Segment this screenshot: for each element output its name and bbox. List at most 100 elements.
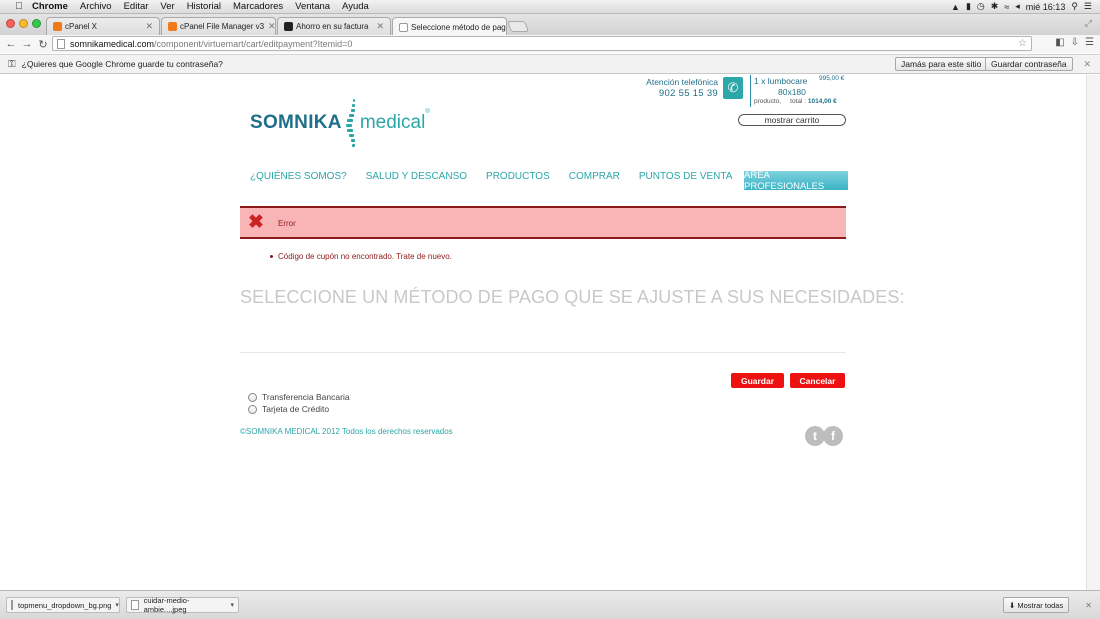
infobar-question: ¿Quieres que Google Chrome guarde tu con…	[21, 59, 223, 69]
wifi-icon[interactable]: ≈	[1004, 2, 1009, 12]
social-links: t f	[805, 426, 843, 446]
logo-text-somnika: SOMNIKA	[250, 111, 342, 133]
show-cart-button[interactable]: mostrar carrito	[738, 114, 846, 126]
nav-quienes-somos[interactable]: ¿QUIÉNES SOMOS?	[250, 171, 347, 182]
tab-title: Ahorro en su factura	[296, 22, 369, 31]
tab-ahorro[interactable]: Ahorro en su factura ✕	[277, 17, 391, 35]
nav-puntos-venta[interactable]: PUNTOS DE VENTA	[639, 171, 733, 182]
error-message: Código de cupón no encontrado. Trate de …	[268, 252, 452, 261]
address-path: /component/virtuemart/cart/editpayment?I…	[154, 38, 353, 49]
save-button[interactable]: Guardar	[731, 373, 784, 388]
cart-summary: 1 x lumbocare 995,00 € 80x180 producto, …	[750, 75, 848, 107]
save-password-button[interactable]: Guardar contraseña	[985, 57, 1073, 71]
back-arrow-icon[interactable]: ←	[3, 38, 19, 50]
divider	[240, 352, 846, 353]
spotlight-icon[interactable]: ⚲	[1071, 1, 1078, 12]
new-tab-button[interactable]	[506, 21, 530, 32]
page-viewport: Atención telefónica 902 55 15 39 ✆ 1 x l…	[0, 75, 1100, 590]
notification-center-icon[interactable]: ☰	[1084, 1, 1092, 12]
nav-comprar[interactable]: COMPRAR	[569, 171, 620, 182]
menu-ver[interactable]: Ver	[154, 1, 180, 12]
page-scrollbar[interactable]	[1086, 75, 1100, 590]
browser-toolbar: ← → ↻ somnikamedical.com/component/virtu…	[0, 35, 1100, 53]
tab-title: Seleccione método de pago	[411, 22, 507, 32]
chevron-down-icon[interactable]: ▾	[115, 601, 119, 609]
download-extension-icon[interactable]: ⇩	[1071, 37, 1079, 48]
nav-productos[interactable]: PRODUCTOS	[486, 171, 550, 182]
nav-area-profesionales[interactable]: ÁREA PROFESIONALES	[744, 170, 848, 192]
payment-option-label: Transferencia Bancaria	[262, 392, 350, 402]
nav-salud-descanso[interactable]: SALUD Y DESCANSO	[366, 171, 467, 182]
drive-icon[interactable]: ▲	[951, 2, 960, 12]
download-filename: cuidar-medio-ambie....jpeg	[143, 596, 190, 614]
radio-button[interactable]	[248, 392, 257, 402]
cart-total-value: 1014,00 €	[807, 98, 837, 105]
site-favicon-icon	[284, 22, 293, 31]
bluetooth-icon[interactable]: ✱	[991, 1, 999, 12]
bookmark-star-icon[interactable]: ☆	[1018, 38, 1027, 49]
cart-total: producto, total : 1014,00 €	[754, 98, 837, 105]
clock[interactable]: mié 16:13	[1026, 2, 1066, 12]
tab-seleccione-metodo[interactable]: Seleccione método de pago ✕	[392, 17, 507, 36]
password-infobar: ⚿ ¿Quieres que Google Chrome guarde tu c…	[0, 54, 1100, 74]
phone-icon: ✆	[723, 77, 743, 99]
menu-editar[interactable]: Editar	[118, 1, 155, 12]
payment-option-tarjeta[interactable]: Tarjeta de Crédito	[248, 404, 329, 414]
tab-title: cPanel File Manager v3	[180, 22, 265, 31]
twitter-icon[interactable]: t	[805, 426, 825, 446]
menu-archivo[interactable]: Archivo	[74, 1, 118, 12]
error-x-icon: ✖	[248, 212, 264, 233]
extension-icon[interactable]: ◧	[1055, 37, 1064, 48]
spine-logo-icon	[345, 98, 355, 147]
menu-ventana[interactable]: Ventana	[289, 1, 336, 12]
payment-option-transferencia[interactable]: Transferencia Bancaria	[248, 392, 350, 402]
phone-label: Atención telefónica	[646, 77, 718, 87]
page-favicon-icon	[399, 22, 408, 32]
menu-app-name[interactable]: Chrome	[26, 1, 74, 12]
tab-cpanel[interactable]: cPanel X ✕	[46, 17, 160, 35]
reload-icon[interactable]: ↻	[35, 38, 51, 51]
tab-strip: cPanel X ✕ cPanel File Manager v3 ✕ Ahor…	[0, 14, 1100, 36]
radio-button[interactable]	[248, 404, 257, 414]
forward-arrow-icon[interactable]: →	[19, 38, 35, 50]
error-banner: ✖ Error	[240, 206, 846, 239]
chevron-down-icon[interactable]: ▾	[230, 601, 234, 609]
downloads-close-icon[interactable]: ✕	[1085, 601, 1092, 610]
infobar-close-icon[interactable]: ✕	[1083, 59, 1091, 70]
apple-icon[interactable]: 	[12, 1, 26, 12]
file-icon	[131, 600, 139, 610]
download-item[interactable]: topmenu_dropdown_bg.png ▾	[6, 597, 120, 613]
download-item[interactable]: cuidar-medio-ambie....jpeg ▾	[126, 596, 239, 614]
window-controls	[6, 19, 41, 28]
never-for-site-button[interactable]: Jamás para este sitio	[895, 57, 988, 71]
tab-title: cPanel X	[65, 22, 98, 31]
menu-ayuda[interactable]: Ayuda	[336, 1, 375, 12]
phone-number: 902 55 15 39	[658, 88, 718, 99]
zoom-window-button[interactable]	[32, 19, 41, 28]
close-tab-icon[interactable]: ✕	[372, 21, 384, 32]
error-title: Error	[278, 219, 296, 228]
battery-menu-icon[interactable]: ▮	[966, 1, 971, 12]
somnika-logo[interactable]: SOMNIKA medical ®	[250, 95, 430, 150]
chrome-menu-icon[interactable]: ☰	[1085, 37, 1094, 48]
close-tab-icon[interactable]: ✕	[141, 21, 153, 32]
cpanel-favicon-icon	[168, 22, 177, 31]
tab-file-manager[interactable]: cPanel File Manager v3 ✕	[161, 17, 276, 35]
show-all-downloads-button[interactable]: ⬇ Mostrar todas	[1003, 597, 1070, 613]
fullscreen-icon[interactable]: ⤢	[1085, 18, 1092, 29]
logo-text-medical: medical	[359, 111, 426, 133]
cart-item-name: 1 x lumbocare	[754, 76, 808, 86]
facebook-icon[interactable]: f	[823, 426, 843, 446]
close-window-button[interactable]	[6, 19, 15, 28]
menu-historial[interactable]: Historial	[181, 1, 227, 12]
cancel-button[interactable]: Cancelar	[790, 373, 845, 388]
minimize-window-button[interactable]	[19, 19, 28, 28]
download-arrow-icon: ⬇	[1009, 600, 1018, 610]
footer-copyright: ©SOMNIKA MEDICAL 2012 Todos los derechos…	[240, 427, 453, 436]
volume-icon[interactable]: ◂	[1015, 1, 1020, 12]
page-icon	[57, 38, 65, 49]
address-bar[interactable]: somnikamedical.com/component/virtuemart/…	[52, 36, 1032, 51]
menu-marcadores[interactable]: Marcadores	[227, 1, 289, 12]
close-tab-icon[interactable]: ✕	[264, 21, 275, 32]
time-machine-icon[interactable]: ◷	[977, 1, 985, 12]
